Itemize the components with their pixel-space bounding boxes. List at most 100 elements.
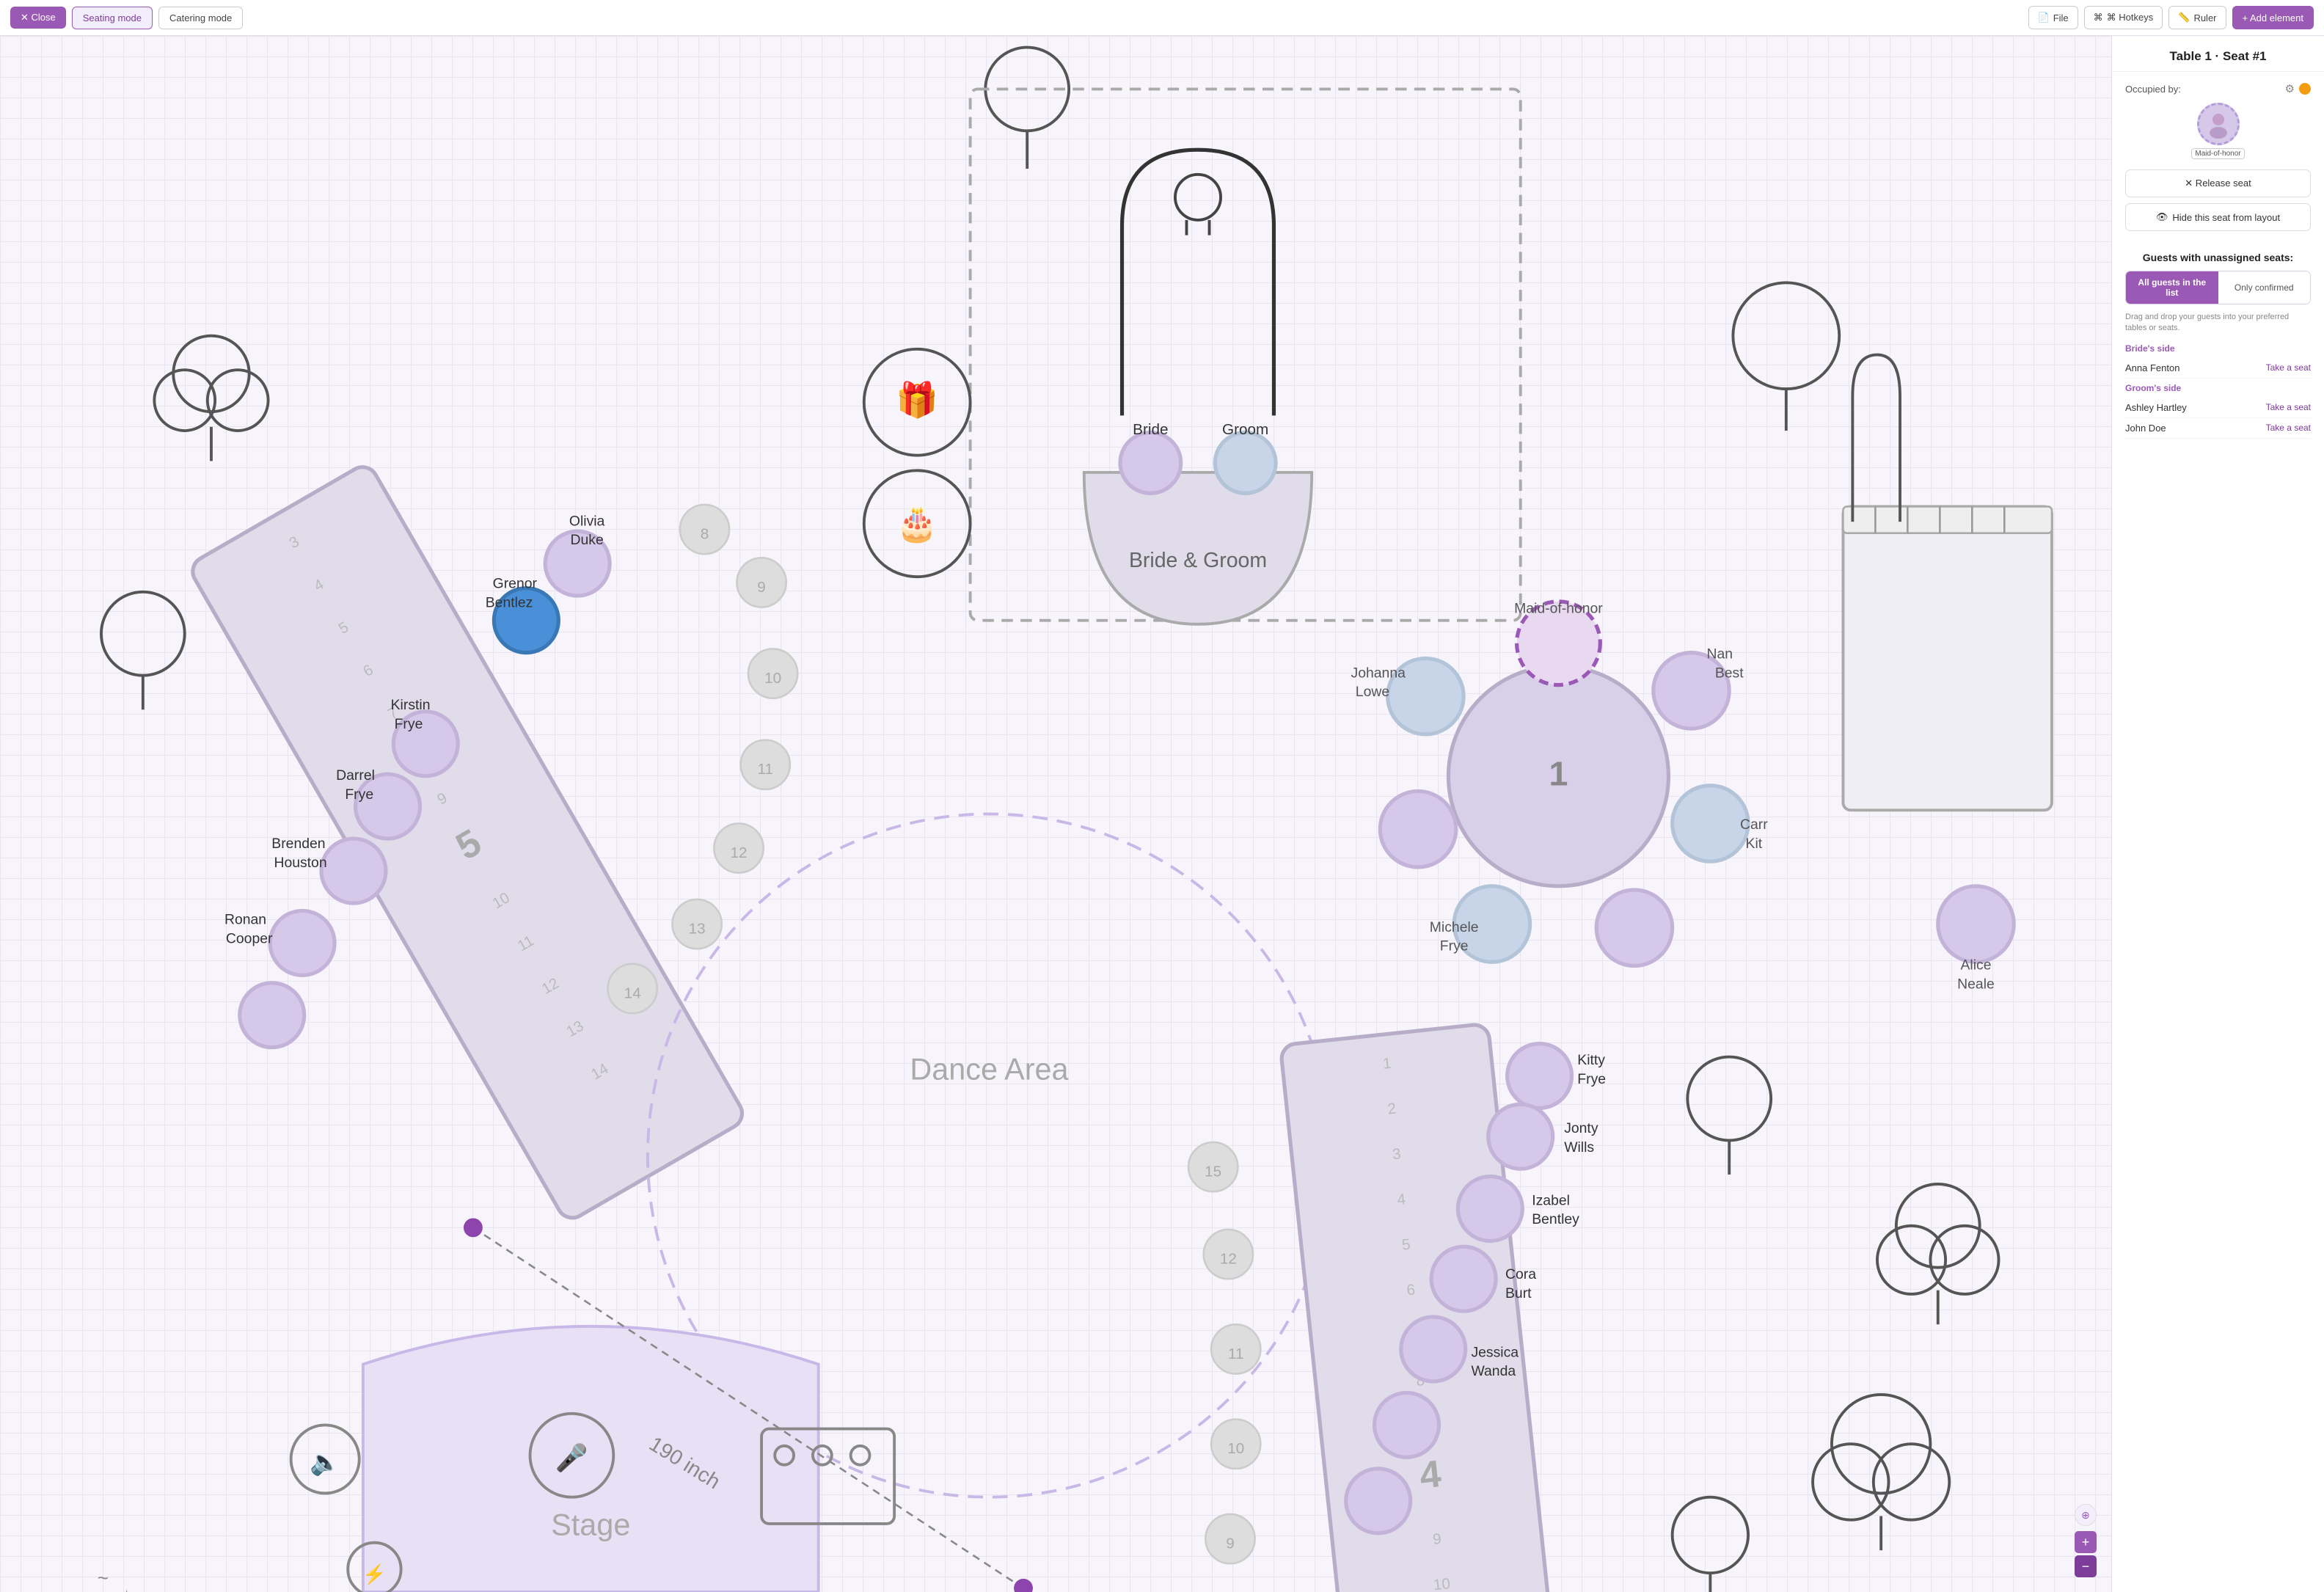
avatar-role-label: Maid-of-honor bbox=[2191, 148, 2244, 159]
t4-guest7[interactable] bbox=[1346, 1469, 1411, 1533]
svg-text:3: 3 bbox=[1392, 1145, 1402, 1163]
take-seat-ashley-button[interactable]: Take a seat bbox=[2266, 402, 2311, 412]
guest-name-ashley: Ashley Hartley bbox=[2125, 402, 2187, 413]
olivia-duke-label2: Duke bbox=[570, 532, 603, 548]
brenden-houston-avatar[interactable] bbox=[321, 839, 386, 903]
avatar-circle bbox=[2197, 103, 2240, 145]
release-seat-button[interactable]: ✕ Release seat bbox=[2125, 169, 2311, 197]
svg-text:11: 11 bbox=[758, 761, 773, 778]
zoom-controls: ⊕ + − bbox=[2075, 1504, 2097, 1577]
drag-hint: Drag and drop your guests into your pref… bbox=[2125, 312, 2311, 335]
seating-canvas[interactable]: Bride & Groom Bride Groom 🎁 🎂 1 Maid-of-… bbox=[0, 36, 2111, 1592]
grenor-label2: Bentlez bbox=[486, 595, 533, 611]
t4-guest5[interactable] bbox=[1401, 1317, 1466, 1381]
main-layout: Bride & Groom Bride Groom 🎁 🎂 1 Maid-of-… bbox=[0, 36, 2324, 1592]
t4-guest4[interactable] bbox=[1431, 1246, 1496, 1311]
eye-icon: 👁 bbox=[2156, 211, 2168, 223]
izabel-label: Izabel bbox=[1532, 1192, 1570, 1208]
svg-text:⚡: ⚡ bbox=[362, 1563, 386, 1585]
take-seat-john-button[interactable]: Take a seat bbox=[2266, 423, 2311, 433]
jonty-wills-label2: Wills bbox=[1564, 1139, 1594, 1155]
compass-button[interactable]: ⊕ bbox=[2075, 1504, 2097, 1526]
bride-groom-label: Bride & Groom bbox=[1129, 549, 1267, 572]
table-1-label: 1 bbox=[1549, 755, 1568, 793]
jessica-label: Jessica bbox=[1471, 1344, 1519, 1360]
hotkeys-button[interactable]: ⌘ ⌘ Hotkeys bbox=[2084, 6, 2163, 29]
svg-text:9: 9 bbox=[1226, 1536, 1235, 1552]
seat-1-2[interactable] bbox=[1654, 653, 1729, 729]
svg-text:5: 5 bbox=[1401, 1236, 1411, 1254]
jessica-label2: Wanda bbox=[1471, 1363, 1516, 1379]
svg-text:1: 1 bbox=[1382, 1055, 1392, 1073]
darrel-label2: Frye bbox=[345, 786, 373, 803]
cora-burt-label2: Burt bbox=[1505, 1285, 1532, 1301]
file-button[interactable]: 📄 File bbox=[2028, 6, 2078, 29]
hide-seat-button[interactable]: 👁 Hide this seat from layout bbox=[2125, 203, 2311, 231]
t4-guest2[interactable] bbox=[1488, 1104, 1553, 1169]
gear-button[interactable]: ⚙ bbox=[2285, 82, 2295, 95]
alice-neale-avatar[interactable] bbox=[1938, 886, 2014, 962]
bride-avatar[interactable] bbox=[1120, 433, 1181, 494]
guest-row-ashley: Ashley Hartley Take a seat bbox=[2125, 398, 2311, 418]
svg-text:🎤: 🎤 bbox=[555, 1442, 588, 1472]
zoom-in-button[interactable]: + bbox=[2075, 1531, 2097, 1553]
grenor-label: Grenor bbox=[493, 576, 538, 592]
tree-left-2 bbox=[101, 592, 185, 709]
tree-left-1 bbox=[154, 336, 268, 461]
seat-1-2-label2: Best bbox=[1715, 665, 1744, 681]
lightbulb bbox=[1175, 175, 1221, 220]
ruler-point-start bbox=[464, 1218, 483, 1237]
cora-burt-label: Cora bbox=[1505, 1266, 1536, 1282]
seat-1-6[interactable] bbox=[1380, 791, 1455, 866]
zoom-out-button[interactable]: − bbox=[2075, 1555, 2097, 1577]
groom-avatar[interactable] bbox=[1215, 433, 1276, 494]
stage-label: Stage bbox=[551, 1508, 630, 1541]
confirmed-tab[interactable]: Only confirmed bbox=[2218, 271, 2311, 304]
svg-text:10: 10 bbox=[1227, 1440, 1244, 1457]
action-buttons: ✕ Release seat 👁 Hide this seat from lay… bbox=[2112, 169, 2324, 241]
arch-right bbox=[1852, 355, 1900, 522]
tree-mid-right bbox=[1687, 1057, 1771, 1175]
orange-dot bbox=[2299, 83, 2311, 95]
gift-icon: 🎁 bbox=[896, 380, 938, 420]
jonty-wills-label: Jonty bbox=[1564, 1120, 1598, 1136]
svg-text:6: 6 bbox=[1406, 1281, 1416, 1299]
olivia-duke-label: Olivia bbox=[569, 513, 605, 529]
ronan-label2: Cooper bbox=[226, 930, 273, 946]
sound-icon: ~ bbox=[98, 1569, 109, 1589]
seat-1-5-label2: Frye bbox=[1440, 938, 1469, 954]
maid-of-honor-label: Maid-of-honor bbox=[1514, 600, 1603, 616]
add-element-button[interactable]: + Add element bbox=[2232, 6, 2314, 29]
t4-guest6[interactable] bbox=[1375, 1392, 1439, 1457]
seat-1-3[interactable] bbox=[1673, 786, 1748, 861]
guest-row-john: John Doe Take a seat bbox=[2125, 418, 2311, 439]
sidebar-title: Table 1 · Seat #1 bbox=[2112, 36, 2324, 72]
kitty-frye-label2: Frye bbox=[1577, 1071, 1606, 1087]
t4-guest3[interactable] bbox=[1458, 1177, 1522, 1241]
guest-row-anna: Anna Fenton Take a seat bbox=[2125, 358, 2311, 379]
ronan-cooper-avatar[interactable] bbox=[270, 910, 335, 975]
sidebar: Table 1 · Seat #1 Occupied by: ⚙ Maid-of… bbox=[2111, 36, 2324, 1592]
all-guests-tab[interactable]: All guests in the list bbox=[2126, 271, 2218, 304]
seating-mode-button[interactable]: Seating mode bbox=[72, 7, 153, 29]
occupied-row: Occupied by: ⚙ bbox=[2125, 82, 2311, 95]
ruler-button[interactable]: 📏 Ruler bbox=[2168, 6, 2226, 29]
guests-section: Guests with unassigned seats: All guests… bbox=[2112, 241, 2324, 449]
seat-1-3-label: Carr bbox=[1740, 817, 1768, 833]
seat-1-2-label: Nan bbox=[1707, 646, 1733, 662]
avatar-badge: Maid-of-honor bbox=[2125, 103, 2311, 159]
occupied-label: Occupied by: bbox=[2125, 84, 2181, 95]
take-seat-anna-button[interactable]: Take a seat bbox=[2266, 362, 2311, 373]
guest-name-john: John Doe bbox=[2125, 423, 2166, 434]
close-button[interactable]: ✕ Close bbox=[10, 7, 66, 29]
t4-guest1[interactable] bbox=[1508, 1043, 1572, 1108]
svg-text:2: 2 bbox=[1386, 1100, 1397, 1117]
catering-mode-button[interactable]: Catering mode bbox=[158, 7, 243, 29]
seat-1-4[interactable] bbox=[1596, 890, 1672, 965]
svg-text:15: 15 bbox=[1205, 1164, 1221, 1180]
svg-text:8: 8 bbox=[701, 525, 709, 542]
seat5-8-avatar[interactable] bbox=[240, 983, 304, 1048]
guest-name-anna: Anna Fenton bbox=[2125, 362, 2179, 373]
tree-top-right bbox=[1733, 282, 1839, 431]
darrel-frye-avatar[interactable] bbox=[356, 774, 420, 839]
